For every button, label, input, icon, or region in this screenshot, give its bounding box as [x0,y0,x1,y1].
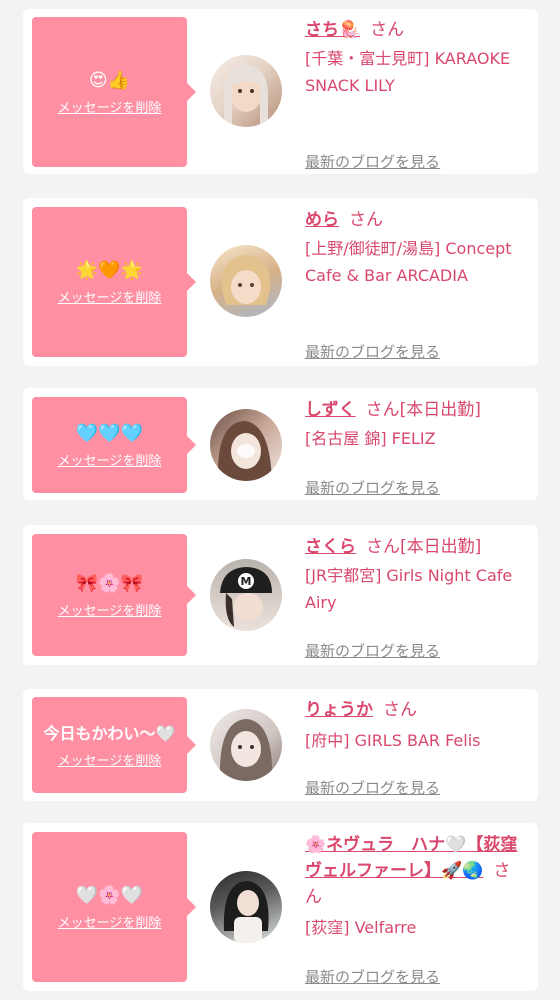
message-text: 🤍🌸🤍 [75,884,144,906]
delete-message-link[interactable]: メッセージを削除 [58,600,162,619]
blog-link[interactable]: 最新のブログを見る [305,777,440,798]
blog-link[interactable]: 最新のブログを見る [305,477,440,498]
message-card: 🩵🩵🩵 メッセージを削除 しずく さん[本日出勤] [名古屋 錦] FELIZ 最… [23,388,538,500]
message-card: 今日もかわい〜🤍 メッセージを削除 りょうか さん [府中] GIRLS BAR … [23,689,538,801]
cast-info: さくら さん[本日出勤] [JR宇都宮] Girls Night Cafe Air… [305,534,527,660]
cast-info: さち🪼 さん [千葉・富士見町] KARAOKE SNACK LILY 最新のブロ… [305,17,527,171]
message-bubble: 🌟🧡🌟 メッセージを削除 [32,207,196,357]
blog-link[interactable]: 最新のブログを見る [305,341,440,362]
message-card: 🤍🌸🤍 メッセージを削除 🌸ネヴュラ ハナ🤍【荻窪ヴェルファーレ】🚀🌏 さん [荻… [23,823,538,991]
message-text: 😍👍 [88,69,131,91]
avatar-image [221,255,271,305]
avatar-image [217,421,272,481]
message-card: 😍👍 メッセージを削除 さち🪼 さん [千葉・富士見町] KARAOKE SNAC… [23,9,538,174]
blog-link[interactable]: 最新のブログを見る [305,151,440,172]
status-badge: [本日出勤] [399,400,481,420]
message-text: 🎀🌸🎀 [75,572,144,594]
shop-name: [千葉・富士見町] KARAOKE SNACK LILY [305,49,511,95]
avatar[interactable] [210,871,282,943]
cast-name-link[interactable]: りょうか [305,700,373,720]
cast-name-link[interactable]: めら [305,210,339,230]
delete-message-link[interactable]: メッセージを削除 [58,450,162,469]
message-bubble: 今日もかわい〜🤍 メッセージを削除 [32,697,196,793]
message-bubble: 🩵🩵🩵 メッセージを削除 [32,397,196,493]
message-bubble: 😍👍 メッセージを削除 [32,17,196,167]
shop-name: [荻窪] Velfarre [305,918,417,937]
avatar-image [223,881,269,943]
cast-info: 🌸ネヴュラ ハナ🤍【荻窪ヴェルファーレ】🚀🌏 さん [荻窪] Velfarre 最… [305,832,527,986]
cast-info: りょうか さん [府中] GIRLS BAR Felis 最新のブログを見る [305,697,527,797]
honorific: さん [349,210,383,230]
avatar[interactable]: M [210,559,282,631]
avatar-image: M [220,567,272,627]
avatar-image [224,65,268,127]
avatar[interactable] [210,55,282,127]
honorific: さん [383,700,417,720]
message-text: 🩵🩵🩵 [75,422,144,444]
avatar-image [219,719,273,781]
delete-message-link[interactable]: メッセージを削除 [58,97,162,116]
cast-info: めら さん [上野/御徒町/湯島] Concept Cafe & Bar ARCA… [305,207,527,361]
cast-name-link[interactable]: しずく [305,400,356,420]
message-bubble: 🤍🌸🤍 メッセージを削除 [32,832,196,982]
avatar[interactable] [210,409,282,481]
shop-name: [上野/御徒町/湯島] Concept Cafe & Bar ARCADIA [305,239,512,285]
blog-link[interactable]: 最新のブログを見る [305,966,440,987]
honorific: さん [365,400,400,420]
shop-name: [名古屋 錦] FELIZ [305,429,436,448]
message-card: 🌟🧡🌟 メッセージを削除 めら さん [上野/御徒町/湯島] Concept Ca… [23,198,538,366]
blog-link[interactable]: 最新のブログを見る [305,640,440,661]
message-text: 🌟🧡🌟 [75,259,144,281]
avatar[interactable] [210,245,282,317]
delete-message-link[interactable]: メッセージを削除 [58,912,162,931]
delete-message-link[interactable]: メッセージを削除 [58,287,162,306]
cast-name-link[interactable]: さくら [305,537,356,557]
shop-name: [JR宇都宮] Girls Night Cafe Airy [305,566,513,612]
message-card: 🎀🌸🎀 メッセージを削除 M さくら さん[本日出勤] [JR宇都宮] Girls… [23,525,538,665]
honorific: さん [370,20,405,40]
svg-text:M: M [241,575,252,588]
shop-name: [府中] GIRLS BAR Felis [305,731,481,750]
avatar[interactable] [210,709,282,781]
message-bubble: 🎀🌸🎀 メッセージを削除 [32,534,196,656]
cast-name-link[interactable]: さち🪼 [305,20,360,40]
delete-message-link[interactable]: メッセージを削除 [58,750,162,769]
message-text: 今日もかわい〜🤍 [43,723,176,743]
honorific: さん [366,537,400,557]
cast-info: しずく さん[本日出勤] [名古屋 錦] FELIZ 最新のブログを見る [305,397,527,497]
cast-name-link[interactable]: 🌸ネヴュラ ハナ🤍【荻窪ヴェルファーレ】🚀🌏 [305,835,517,881]
status-badge: [本日出勤] [400,537,482,557]
